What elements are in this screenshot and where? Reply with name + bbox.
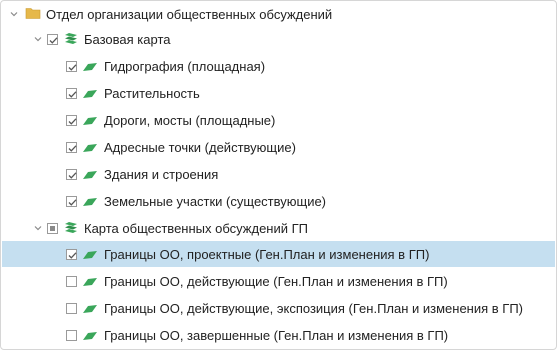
layer-item-buildings[interactable]: Здания и строения <box>2 161 555 187</box>
checkbox-checked[interactable] <box>66 61 77 72</box>
layers-icon <box>63 32 79 46</box>
checkbox-checked[interactable] <box>66 249 77 260</box>
tree-node-base-map[interactable]: Базовая карта <box>2 26 555 52</box>
layer-label: Границы ОО, проектные (Ген.План и измене… <box>104 246 430 262</box>
layer-label: Растительность <box>104 85 200 101</box>
tree-node-label: Отдел организации общественных обсуждени… <box>46 6 333 22</box>
layer-item-address-points[interactable]: Адресные точки (действующие) <box>2 134 555 160</box>
checkbox-unchecked[interactable] <box>66 276 77 287</box>
checkbox-checked[interactable] <box>66 115 77 126</box>
layer-item-roads[interactable]: Дороги, мосты (площадные) <box>2 107 555 133</box>
polygon-layer-icon <box>82 302 98 316</box>
checkbox-unchecked[interactable] <box>66 303 77 314</box>
chevron-down-icon[interactable] <box>33 34 43 44</box>
polygon-layer-icon <box>82 114 98 128</box>
tree-node-root[interactable]: Отдел организации общественных обсуждени… <box>2 1 555 27</box>
checkbox-unchecked[interactable] <box>66 330 77 341</box>
layer-item-boundaries-active[interactable]: Границы ОО, действующие (Ген.План и изме… <box>2 268 555 294</box>
layer-item-vegetation[interactable]: Растительность <box>2 80 555 106</box>
layer-item-land-plots[interactable]: Земельные участки (существующие) <box>2 188 555 214</box>
layer-label: Границы ОО, действующие (Ген.План и изме… <box>104 273 448 289</box>
polygon-layer-icon <box>82 87 98 101</box>
layer-label: Земельные участки (существующие) <box>104 193 327 209</box>
checkbox-checked[interactable] <box>66 88 77 99</box>
chevron-down-icon[interactable] <box>33 223 43 233</box>
polygon-layer-icon <box>82 168 98 182</box>
checkbox-checked[interactable] <box>66 142 77 153</box>
layers-icon <box>63 221 79 235</box>
layer-tree-panel: Отдел организации общественных обсуждени… <box>0 0 557 350</box>
layer-item-boundaries-project[interactable]: Границы ОО, проектные (Ген.План и измене… <box>2 241 555 267</box>
tree-node-label: Базовая карта <box>84 31 171 47</box>
polygon-layer-icon <box>82 329 98 343</box>
layer-label: Границы ОО, завершенные (Ген.План и изме… <box>104 327 449 343</box>
polygon-layer-icon <box>82 248 98 262</box>
polygon-layer-icon <box>82 195 98 209</box>
layer-label: Здания и строения <box>104 166 219 182</box>
layer-label: Адресные точки (действующие) <box>104 139 296 155</box>
checkbox-checked[interactable] <box>66 169 77 180</box>
layer-item-boundaries-completed[interactable]: Границы ОО, завершенные (Ген.План и изме… <box>2 322 555 348</box>
polygon-layer-icon <box>82 141 98 155</box>
tree-node-public-discussion-map[interactable]: Карта общественных обсуждений ГП <box>2 215 555 241</box>
tree-node-label: Карта общественных обсуждений ГП <box>84 220 308 236</box>
polygon-layer-icon <box>82 275 98 289</box>
checkbox-indeterminate[interactable] <box>47 223 58 234</box>
folder-icon <box>25 6 41 20</box>
checkbox-checked[interactable] <box>47 34 58 45</box>
layer-item-hydrography[interactable]: Гидрография (площадная) <box>2 53 555 79</box>
chevron-down-icon[interactable] <box>9 9 19 19</box>
layer-label: Границы ОО, действующие, экспозиция (Ген… <box>104 300 524 316</box>
layer-label: Гидрография (площадная) <box>104 58 266 74</box>
checkbox-checked[interactable] <box>66 196 77 207</box>
layer-label: Дороги, мосты (площадные) <box>104 112 276 128</box>
layer-item-boundaries-exposition[interactable]: Границы ОО, действующие, экспозиция (Ген… <box>2 295 555 321</box>
polygon-layer-icon <box>82 60 98 74</box>
